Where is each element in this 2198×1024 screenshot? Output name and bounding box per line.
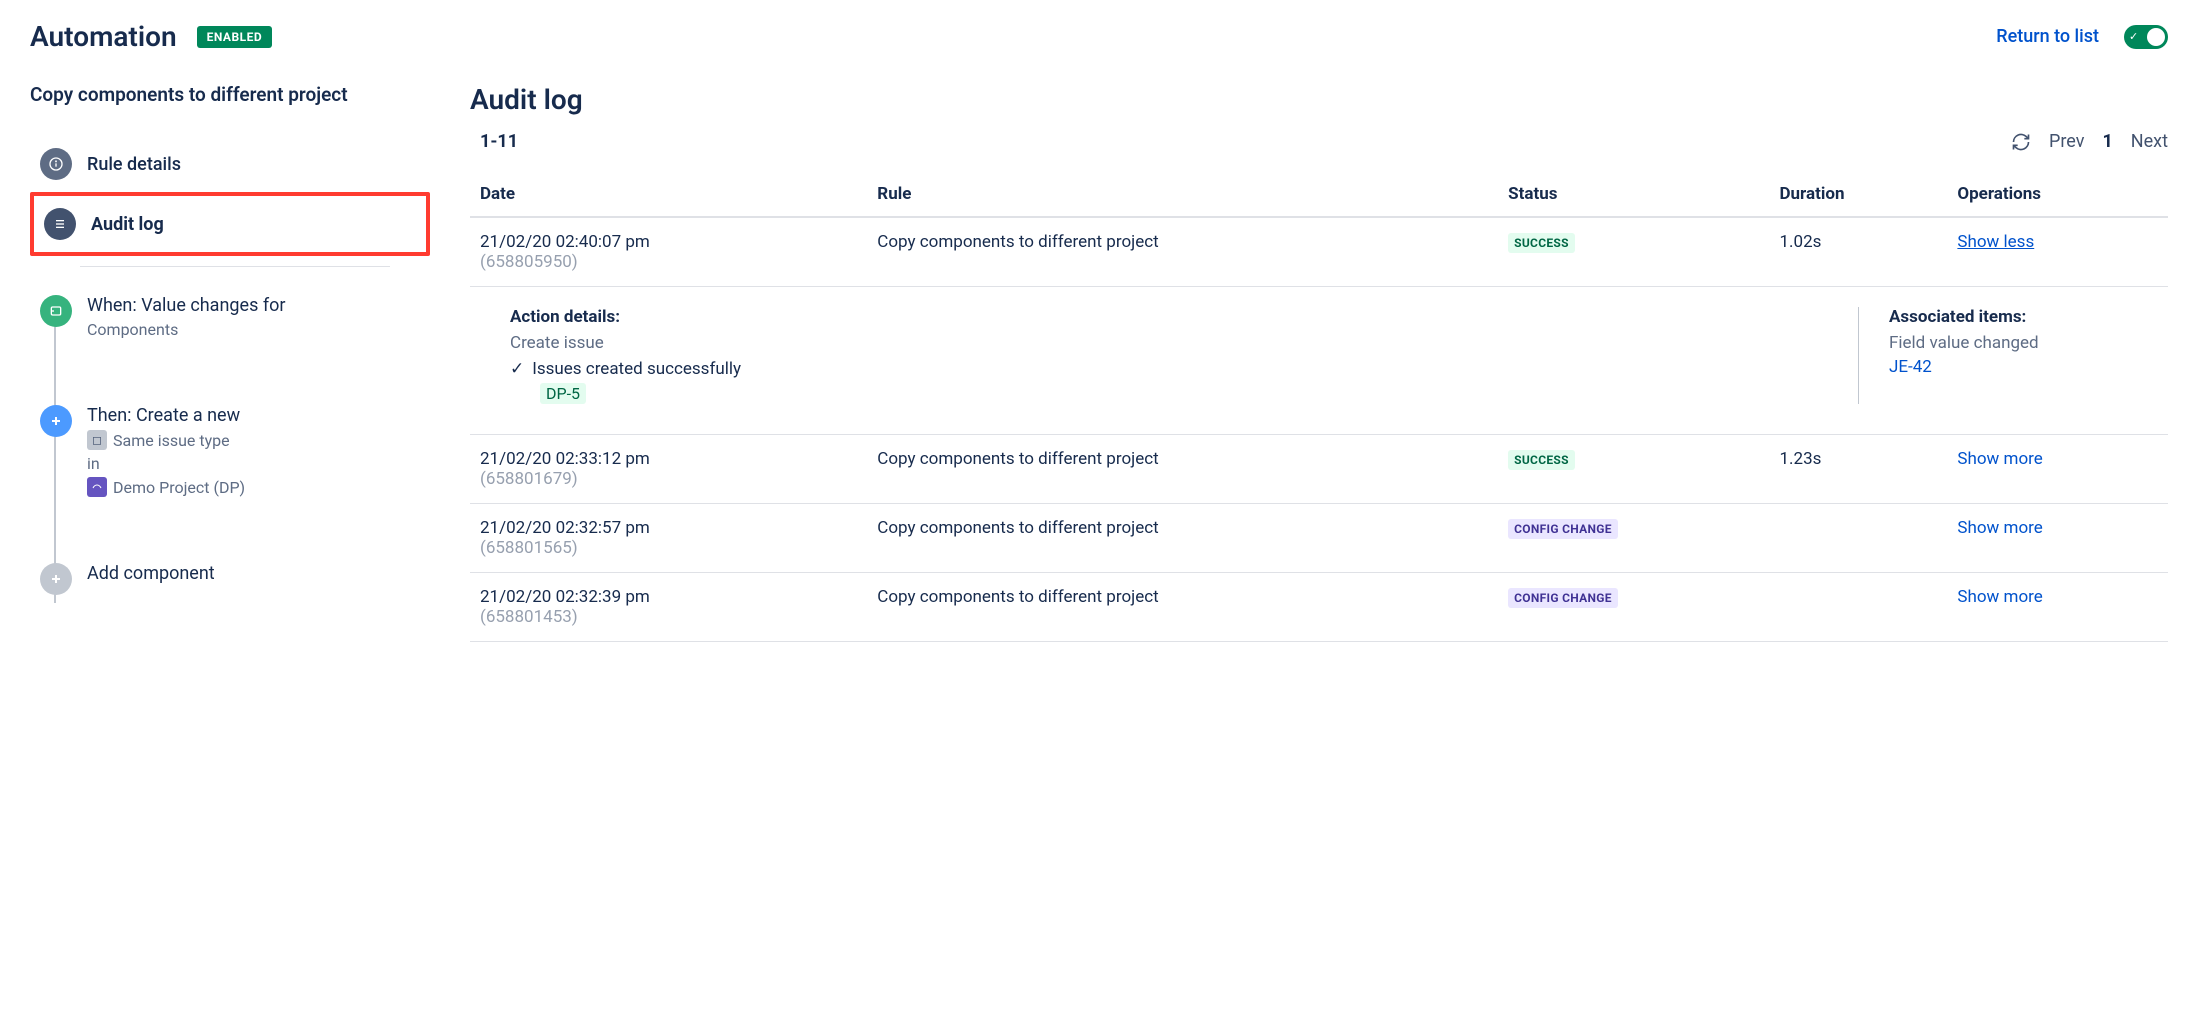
flow-title: Then: Create a new [87,405,420,426]
row-id: (658805950) [480,252,857,272]
action-details-heading: Action details: [510,307,1818,327]
main-title: Audit log [470,83,2168,116]
toggle-details-link[interactable]: Show more [1957,587,2042,607]
flow-add-component[interactable]: Add component [30,555,430,603]
nav-audit-log[interactable]: Audit log [30,192,430,256]
flow-title: Add component [87,563,420,584]
flow-sub-in: in [87,454,100,473]
rule-name: Copy components to different project [30,83,430,106]
toggle-details-link[interactable]: Show more [1957,449,2042,469]
return-to-list-link[interactable]: Return to list [1996,26,2099,47]
refresh-icon[interactable] [2011,132,2031,152]
flow-trigger[interactable]: When: Value changes for Components [30,287,430,347]
nav-label: Audit log [91,214,164,235]
flow-subtitle: Demo Project (DP) [113,478,245,497]
row-duration: 1.02s [1769,217,1947,287]
trigger-icon [40,295,72,327]
list-icon [44,208,76,240]
page-number: 1 [2102,131,2112,152]
next-button[interactable]: Next [2131,131,2168,152]
info-icon [40,148,72,180]
status-badge: SUCCESS [1508,450,1575,470]
issuetype-icon: ◻ [87,430,107,450]
table-row: 21/02/20 02:33:12 pm(658801679) Copy comp… [470,435,2168,504]
divider [80,266,390,267]
table-row: 21/02/20 02:32:57 pm(658801565) Copy comp… [470,504,2168,573]
result-range: 1-11 [480,131,518,152]
row-date: 21/02/20 02:40:07 pm [480,232,857,252]
flow-subtitle: Components [87,320,420,339]
table-row: 21/02/20 02:32:39 pm(658801453) Copy comp… [470,573,2168,642]
col-operations: Operations [1947,172,2168,217]
row-id: (658801679) [480,469,857,489]
associated-issue-link[interactable]: JE-42 [1889,357,1932,377]
action-details-sub: Create issue [510,333,1818,353]
row-id: (658801565) [480,538,857,558]
project-icon [87,477,107,497]
row-date: 21/02/20 02:32:39 pm [480,587,857,607]
col-status: Status [1498,172,1769,217]
associated-items-heading: Associated items: [1889,307,2158,327]
toggle-details-link[interactable]: Show more [1957,518,2042,538]
toggle-details-link[interactable]: Show less [1957,232,2034,252]
nav-rule-details[interactable]: Rule details [30,136,430,192]
row-id: (658801453) [480,607,857,627]
col-date: Date [470,172,867,217]
status-badge: CONFIG CHANGE [1508,588,1618,608]
flow-title: When: Value changes for [87,295,420,316]
row-rule: Copy components to different project [867,217,1498,287]
row-date: 21/02/20 02:32:57 pm [480,518,857,538]
success-message: Issues created successfully [532,359,741,379]
prev-button[interactable]: Prev [2049,131,2084,152]
col-rule: Rule [867,172,1498,217]
nav-label: Rule details [87,154,181,175]
row-rule: Copy components to different project [867,435,1498,504]
check-icon: ✓ [510,359,524,379]
col-duration: Duration [1769,172,1947,217]
associated-items-sub: Field value changed [1889,333,2158,353]
row-duration [1769,573,1947,642]
table-row: 21/02/20 02:40:07 pm(658805950) Copy comp… [470,217,2168,287]
row-rule: Copy components to different project [867,573,1498,642]
enabled-badge: ENABLED [197,26,273,48]
audit-log-table: Date Rule Status Duration Operations 21/… [470,172,2168,642]
row-rule: Copy components to different project [867,504,1498,573]
status-badge: CONFIG CHANGE [1508,519,1618,539]
enable-toggle[interactable]: ✓ [2124,25,2168,49]
check-icon: ✓ [2129,31,2138,42]
expanded-row: Action details: Create issue ✓ Issues creat… [470,287,2168,435]
row-duration [1769,504,1947,573]
plus-icon [40,405,72,437]
status-badge: SUCCESS [1508,233,1575,253]
row-duration: 1.23s [1769,435,1947,504]
plus-icon [40,563,72,595]
flow-action[interactable]: Then: Create a new ◻ Same issue type in … [30,397,430,505]
page-title: Automation [30,20,177,53]
row-date: 21/02/20 02:33:12 pm [480,449,857,469]
created-issue-key[interactable]: DP-5 [540,383,586,404]
flow-subtitle: Same issue type [113,431,230,450]
